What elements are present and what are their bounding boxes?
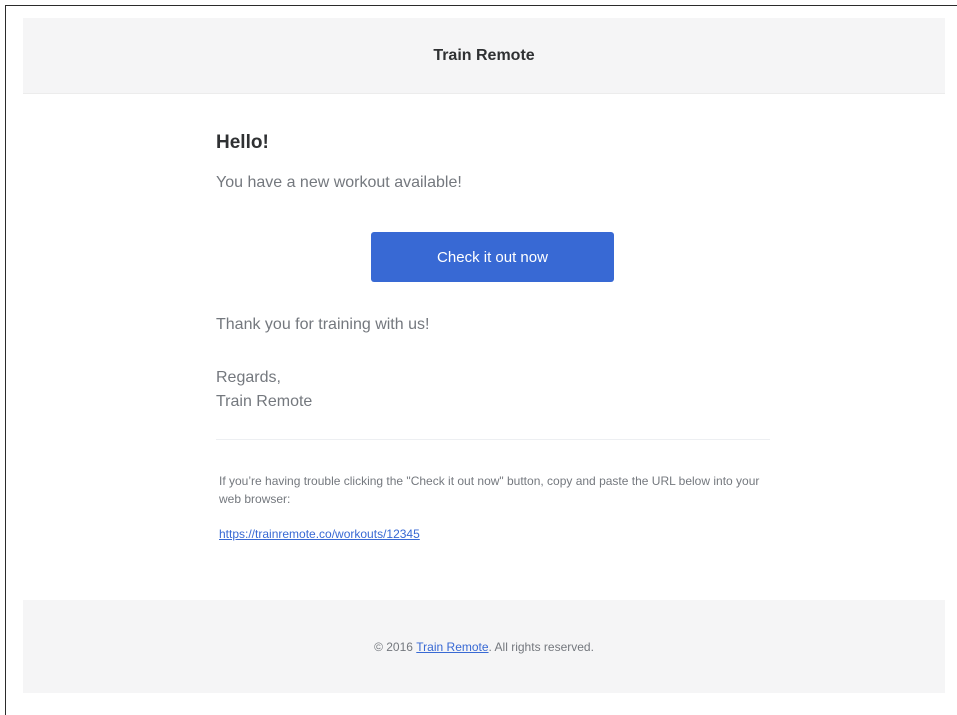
email-body: Hello! You have a new workout available!… [23, 94, 945, 600]
footer-brand-link[interactable]: Train Remote [416, 640, 488, 654]
outro-line: Thank you for training with us! [216, 316, 430, 333]
email-header: Train Remote [23, 18, 945, 94]
workout-url-link[interactable]: https://trainremote.co/workouts/12345 [219, 527, 420, 541]
divider [216, 439, 770, 440]
check-it-out-button[interactable]: Check it out now [371, 232, 614, 282]
intro-line: You have a new workout available! [216, 174, 462, 191]
email-footer: © 2016 Train Remote . All rights reserve… [23, 600, 945, 693]
copyright-suffix: . All rights reserved. [488, 639, 594, 654]
signature-block: Regards, Train Remote [216, 366, 312, 414]
greeting-heading: Hello! [216, 132, 269, 153]
copyright-prefix: © 2016 [374, 639, 417, 654]
subcopy-text: If you’re having trouble clicking the "C… [219, 474, 760, 506]
salutation: Regards, [216, 369, 281, 386]
brand-title[interactable]: Train Remote [433, 47, 534, 65]
signature-name: Train Remote [216, 393, 313, 410]
